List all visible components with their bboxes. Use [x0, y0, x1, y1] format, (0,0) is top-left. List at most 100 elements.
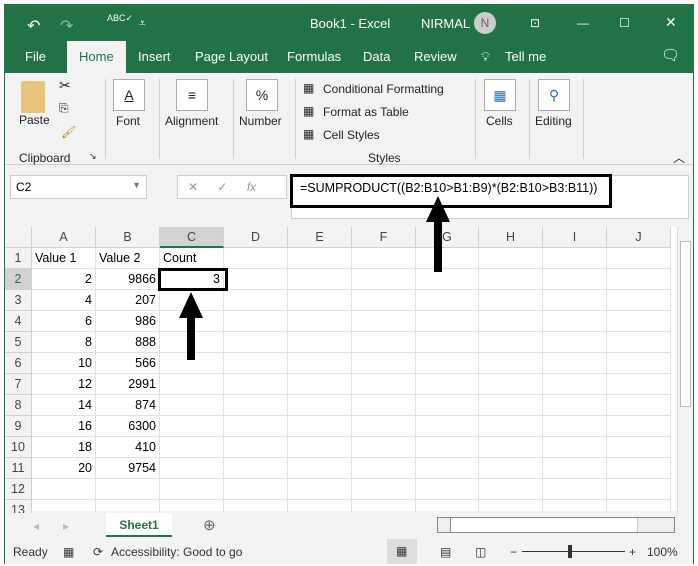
cell-e8[interactable] [288, 395, 352, 416]
column-header-d[interactable]: D [224, 227, 288, 248]
sheet-tab-sheet1[interactable]: Sheet1 [106, 513, 172, 537]
tab-page-layout[interactable]: Page Layout [195, 49, 268, 64]
cell-a10[interactable]: 18 [32, 437, 96, 458]
cell-i9[interactable] [543, 416, 607, 437]
cell-a3[interactable]: 4 [32, 290, 96, 311]
column-header-b[interactable]: B [96, 227, 160, 248]
cell-f8[interactable] [352, 395, 416, 416]
enter-icon[interactable]: ✓ [217, 180, 227, 194]
column-header-a[interactable]: A [32, 227, 96, 248]
cell-b3[interactable]: 207 [96, 290, 160, 311]
cell-h7[interactable] [479, 374, 543, 395]
insert-function-icon[interactable]: fx [247, 180, 256, 194]
cell-h8[interactable] [479, 395, 543, 416]
prev-sheet-icon[interactable]: ◂ [33, 519, 39, 533]
format-as-table-button[interactable]: Format as Table [323, 105, 409, 119]
avatar[interactable]: N [474, 12, 496, 34]
cell-j12[interactable] [607, 479, 671, 500]
cell-c8[interactable] [160, 395, 224, 416]
horizontal-scrollbar[interactable] [437, 517, 675, 533]
cell-a7[interactable]: 12 [32, 374, 96, 395]
cell-c12[interactable] [160, 479, 224, 500]
cell-e10[interactable] [288, 437, 352, 458]
cell-c1[interactable]: Count [160, 248, 224, 269]
close-icon[interactable]: ✕ [665, 14, 677, 31]
column-header-i[interactable]: I [543, 227, 607, 248]
cells-icon[interactable]: ▦ [484, 79, 516, 111]
spelling-icon[interactable]: ABC✓ [107, 13, 133, 24]
cell-d5[interactable] [224, 332, 288, 353]
cell-c7[interactable] [160, 374, 224, 395]
accessibility-icon[interactable]: ⟳ [93, 545, 103, 559]
cell-g11[interactable] [416, 458, 479, 479]
cell-b4[interactable]: 986 [96, 311, 160, 332]
font-icon[interactable]: A [113, 79, 145, 111]
cell-b7[interactable]: 2991 [96, 374, 160, 395]
row-header-12[interactable]: 12 [5, 479, 32, 500]
column-header-c[interactable]: C [160, 227, 224, 248]
cell-a11[interactable]: 20 [32, 458, 96, 479]
cell-e6[interactable] [288, 353, 352, 374]
format-painter-icon[interactable]: 🖌︎ [61, 125, 76, 139]
cell-i11[interactable] [543, 458, 607, 479]
zoom-in-icon[interactable]: + [629, 545, 636, 559]
cell-h10[interactable] [479, 437, 543, 458]
cell-d12[interactable] [224, 479, 288, 500]
row-header-3[interactable]: 3 [5, 290, 32, 311]
font-button[interactable]: Font [116, 114, 140, 128]
number-button[interactable]: Number [239, 114, 282, 128]
cell-e1[interactable] [288, 248, 352, 269]
cancel-icon[interactable]: ✕ [188, 180, 198, 194]
macro-icon[interactable]: ▦ [63, 545, 74, 559]
cell-b1[interactable]: Value 2 [96, 248, 160, 269]
cell-h4[interactable] [479, 311, 543, 332]
row-header-1[interactable]: 1 [5, 248, 32, 269]
cell-j2[interactable] [607, 269, 671, 290]
cell-i8[interactable] [543, 395, 607, 416]
alignment-button[interactable]: Alignment [165, 114, 218, 128]
cell-j1[interactable] [607, 248, 671, 269]
cell-i6[interactable] [543, 353, 607, 374]
row-header-7[interactable]: 7 [5, 374, 32, 395]
cell-a8[interactable]: 14 [32, 395, 96, 416]
zoom-level[interactable]: 100% [647, 545, 678, 559]
cell-h5[interactable] [479, 332, 543, 353]
worksheet-grid[interactable]: A B C D E F G H I J 1 Value 1 Value 2 Count 2 2 9866 3 3 4 2… [5, 227, 677, 521]
cell-d6[interactable] [224, 353, 288, 374]
cell-g6[interactable] [416, 353, 479, 374]
cell-b10[interactable]: 410 [96, 437, 160, 458]
tab-home[interactable]: Home [67, 41, 126, 73]
cell-j5[interactable] [607, 332, 671, 353]
cell-b6[interactable]: 566 [96, 353, 160, 374]
cell-h12[interactable] [479, 479, 543, 500]
accessibility-status[interactable]: Accessibility: Good to go [111, 545, 242, 559]
cell-b8[interactable]: 874 [96, 395, 160, 416]
horizontal-scroll-thumb[interactable] [450, 518, 638, 532]
cell-d4[interactable] [224, 311, 288, 332]
cell-j4[interactable] [607, 311, 671, 332]
cell-c9[interactable] [160, 416, 224, 437]
cell-b9[interactable]: 6300 [96, 416, 160, 437]
cell-f4[interactable] [352, 311, 416, 332]
cell-f6[interactable] [352, 353, 416, 374]
column-header-h[interactable]: H [479, 227, 543, 248]
cell-i10[interactable] [543, 437, 607, 458]
cell-d1[interactable] [224, 248, 288, 269]
cell-d9[interactable] [224, 416, 288, 437]
cell-d10[interactable] [224, 437, 288, 458]
cell-e12[interactable] [288, 479, 352, 500]
cell-g4[interactable] [416, 311, 479, 332]
cell-e5[interactable] [288, 332, 352, 353]
cell-e9[interactable] [288, 416, 352, 437]
cell-f3[interactable] [352, 290, 416, 311]
cell-h6[interactable] [479, 353, 543, 374]
percent-icon[interactable]: % [246, 79, 278, 111]
ribbon-display-icon[interactable]: ⊡ [530, 16, 540, 30]
row-header-6[interactable]: 6 [5, 353, 32, 374]
row-header-5[interactable]: 5 [5, 332, 32, 353]
cell-a2[interactable]: 2 [32, 269, 96, 290]
cell-d2[interactable] [224, 269, 288, 290]
cell-g9[interactable] [416, 416, 479, 437]
conditional-formatting-button[interactable]: Conditional Formatting [323, 82, 444, 96]
cell-i12[interactable] [543, 479, 607, 500]
